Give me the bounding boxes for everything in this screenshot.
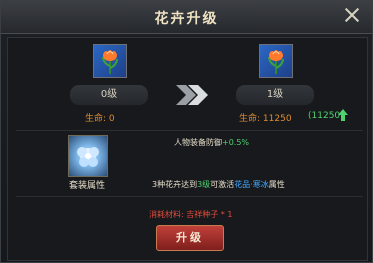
suit-line2-c: 属性: [268, 180, 285, 189]
divider: [16, 196, 363, 197]
crystal-flower-icon: [77, 147, 99, 167]
flower-upgrade-dialog: 花卉升级 0级 生命: 0 1级 生命: 11250 (11250) 套装属性 …: [0, 0, 373, 263]
divider: [16, 130, 363, 131]
next-level-badge: 1级: [236, 85, 314, 105]
upgrade-button[interactable]: 升级: [156, 225, 224, 251]
suit-attribute-label: 套装属性: [69, 181, 106, 191]
suit-bonus-line: 人物装备防御+0.5%: [174, 137, 249, 148]
next-stat: 生命: 11250: [239, 114, 292, 124]
title-bar: 花卉升级: [1, 1, 372, 34]
current-level-badge: 0级: [70, 85, 148, 105]
next-stat-value: 11250: [262, 114, 292, 124]
current-stat-value: 0: [108, 114, 115, 124]
dialog-title: 花卉升级: [154, 11, 219, 27]
next-stat-label: 生命: [239, 114, 258, 124]
current-stat-label: 生命: [85, 114, 104, 124]
cost-label: 消耗材料:: [149, 210, 184, 219]
cost-item: 吉祥种子 * 1: [186, 210, 233, 219]
suit-line2-level: 3级: [197, 180, 211, 189]
current-flower-slot[interactable]: [93, 44, 127, 78]
suit-line1-bonus: +0.5%: [222, 138, 250, 147]
green-up-arrow-icon: [338, 109, 348, 121]
suit-line2-a: 3种花卉达到: [152, 180, 198, 189]
suit-activation-line: 3种花卉达到3级可激活花品·寒冰属性: [152, 179, 285, 190]
suit-line1-text: 人物装备防御: [174, 138, 222, 147]
suit-line2-b: 可激活: [210, 180, 235, 189]
dialog-body: 0级 生命: 0 1级 生命: 11250 (11250) 套装属性 人物装备防…: [7, 37, 368, 261]
tulip-flower-icon: [268, 50, 284, 74]
cost-line: 消耗材料: 吉祥种子 * 1: [149, 209, 232, 220]
double-chevron-right-icon: [176, 85, 208, 105]
suit-item-slot[interactable]: [68, 135, 108, 177]
tulip-flower-icon: [102, 50, 118, 74]
close-icon[interactable]: [342, 5, 362, 25]
suit-line2-effect: 花品·寒冰: [234, 180, 269, 189]
next-flower-slot[interactable]: [259, 44, 293, 78]
current-stat: 生命: 0: [85, 114, 115, 124]
